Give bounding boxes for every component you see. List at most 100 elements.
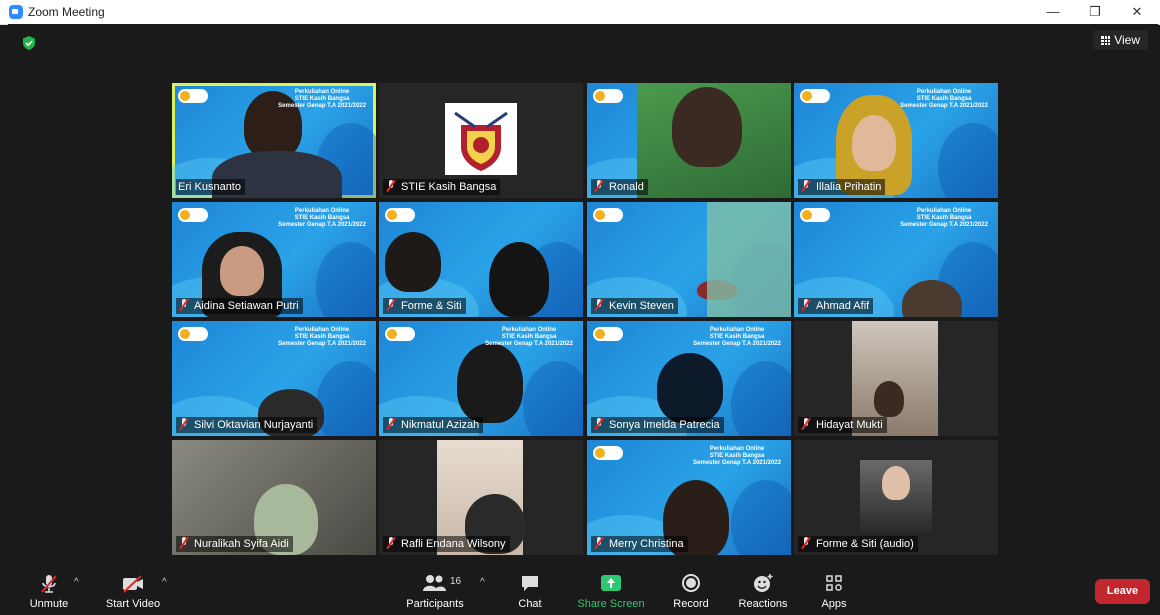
close-button[interactable]: ✕: [1114, 0, 1160, 24]
view-button[interactable]: View: [1093, 30, 1148, 50]
video-off-icon: [123, 575, 143, 593]
video-tile[interactable]: Perkuliahan Online STIE Kasih Bangsa Semes…: [587, 321, 791, 436]
muted-mic-icon: [178, 299, 190, 311]
background-banner: Perkuliahan Online STIE Kasih Bangsa Semes…: [900, 89, 988, 109]
participant-name: Silvi Oktavian Nurjayanti: [176, 417, 318, 433]
kampus-merdeka-logo: [178, 208, 208, 222]
kampus-merdeka-logo: [593, 327, 623, 341]
video-tile[interactable]: Perkuliahan Online STIE Kasih Bangsa Semes…: [379, 321, 583, 436]
background-banner: Perkuliahan Online STIE Kasih Bangsa Semes…: [485, 327, 573, 347]
security-shield-icon[interactable]: [22, 36, 36, 50]
video-tile[interactable]: Perkuliahan Online STIE Kasih Bangsa Semes…: [794, 202, 998, 317]
participant-name: Aidina Setiawan Putri: [176, 298, 303, 314]
participant-face: [220, 246, 264, 296]
background-banner: Perkuliahan Online STIE Kasih Bangsa Semes…: [278, 327, 366, 347]
background-banner: Perkuliahan Online STIE Kasih Bangsa Semes…: [900, 208, 988, 228]
kampus-merdeka-logo: [385, 327, 415, 341]
video-tile[interactable]: Kevin Steven: [587, 202, 791, 317]
start-video-button[interactable]: Start Video: [100, 555, 166, 615]
chat-button[interactable]: Chat: [510, 555, 550, 615]
video-tile[interactable]: Nuralikah Syifa Aidi: [172, 440, 376, 555]
video-tile[interactable]: Forme & Siti: [379, 202, 583, 317]
leave-button[interactable]: Leave: [1095, 579, 1150, 604]
muted-mic-icon: [178, 418, 190, 430]
participant-head: [457, 343, 523, 423]
title-bar: Zoom Meeting — ❐ ✕: [0, 0, 1160, 25]
participants-button[interactable]: 16 Participants: [402, 555, 468, 615]
meeting-toolbar: Unmute ^ Start Video ^ 16 Participants ^…: [0, 555, 1160, 615]
video-tile[interactable]: STIE Kasih Bangsa: [379, 83, 583, 198]
participant-head: [385, 232, 441, 292]
participant-name: STIE Kasih Bangsa: [383, 179, 501, 195]
chat-label: Chat: [518, 598, 542, 610]
participant-name: Forme & Siti: [383, 298, 466, 314]
participant-name: Eri Kusnanto: [176, 179, 245, 195]
muted-mic-icon: [385, 299, 397, 311]
muted-mic-icon: [800, 418, 812, 430]
kampus-merdeka-logo: [593, 208, 623, 222]
video-tile[interactable]: Perkuliahan Online STIE Kasih Bangsa Semes…: [172, 202, 376, 317]
kampus-merdeka-logo: [593, 446, 623, 460]
participants-label: Participants: [406, 598, 464, 610]
video-tile[interactable]: Ronald: [587, 83, 791, 198]
audio-options-chevron-icon[interactable]: ^: [74, 577, 79, 588]
muted-mic-icon: [593, 180, 605, 192]
record-button[interactable]: Record: [668, 555, 714, 615]
camera-feed: [707, 202, 791, 317]
grid-view-icon: [1101, 36, 1111, 45]
record-label: Record: [673, 598, 709, 610]
share-screen-label: Share Screen: [577, 598, 645, 610]
participant-head: [902, 280, 962, 317]
maximize-button[interactable]: ❐: [1072, 0, 1118, 24]
zoom-app-icon: [9, 5, 23, 19]
muted-mic-icon: [385, 418, 397, 430]
unmute-button[interactable]: Unmute: [20, 555, 78, 615]
participant-name: Sonya Imelda Patrecia: [591, 417, 724, 433]
participant-face: [882, 466, 910, 500]
participants-icon: [423, 575, 446, 591]
apps-label: Apps: [821, 598, 847, 610]
reactions-icon: [754, 574, 773, 592]
background-banner: Perkuliahan Online STIE Kasih Bangsa Semes…: [278, 208, 366, 228]
participant-name: Nikmatul Azizah: [383, 417, 484, 433]
video-tile[interactable]: Hidayat Mukti: [794, 321, 998, 436]
muted-mic-icon: [178, 537, 190, 549]
video-options-chevron-icon[interactable]: ^: [162, 577, 167, 588]
view-label: View: [1114, 33, 1140, 47]
muted-mic-icon: [41, 575, 57, 593]
muted-mic-icon: [385, 180, 397, 192]
muted-mic-icon: [593, 537, 605, 549]
participant-face: [852, 115, 896, 171]
video-tile[interactable]: Rafli Endana Wilsony: [379, 440, 583, 555]
share-screen-button[interactable]: Share Screen: [576, 555, 646, 615]
share-screen-icon: [601, 575, 621, 591]
video-tile[interactable]: Perkuliahan Online STIE Kasih Bangsa Semes…: [794, 83, 998, 198]
participant-head: [874, 381, 904, 417]
reactions-button[interactable]: Reactions: [736, 555, 790, 615]
participant-head: [657, 353, 723, 423]
video-tile[interactable]: Perkuliahan Online STIE Kasih Bangsa Semes…: [172, 321, 376, 436]
kampus-merdeka-logo: [178, 327, 208, 341]
kampus-merdeka-logo: [178, 89, 208, 103]
kampus-merdeka-logo: [385, 208, 415, 222]
apps-icon: [826, 575, 842, 591]
muted-mic-icon: [593, 418, 605, 430]
video-tile[interactable]: Perkuliahan Online STIE Kasih Bangsa Semes…: [172, 83, 376, 198]
participant-name: Ronald: [591, 179, 648, 195]
apps-button[interactable]: Apps: [814, 555, 854, 615]
kampus-merdeka-logo: [800, 89, 830, 103]
muted-mic-icon: [800, 299, 812, 311]
participant-head: [489, 242, 549, 317]
minimize-button[interactable]: —: [1030, 0, 1076, 24]
participant-name: Illalia Prihatin: [798, 179, 886, 195]
background-banner: Perkuliahan Online STIE Kasih Bangsa Semes…: [693, 327, 781, 347]
muted-mic-icon: [800, 180, 812, 192]
kampus-merdeka-logo: [800, 208, 830, 222]
background-banner: Perkuliahan Online STIE Kasih Bangsa Semes…: [278, 89, 366, 109]
gallery-grid: Perkuliahan Online STIE Kasih Bangsa Semes…: [172, 83, 998, 555]
record-icon: [682, 574, 700, 592]
video-tile[interactable]: Perkuliahan Online STIE Kasih Bangsa Semes…: [587, 440, 791, 555]
participants-options-chevron-icon[interactable]: ^: [480, 577, 485, 588]
video-tile[interactable]: Forme & Siti (audio): [794, 440, 998, 555]
participant-name: Forme & Siti (audio): [798, 536, 918, 552]
